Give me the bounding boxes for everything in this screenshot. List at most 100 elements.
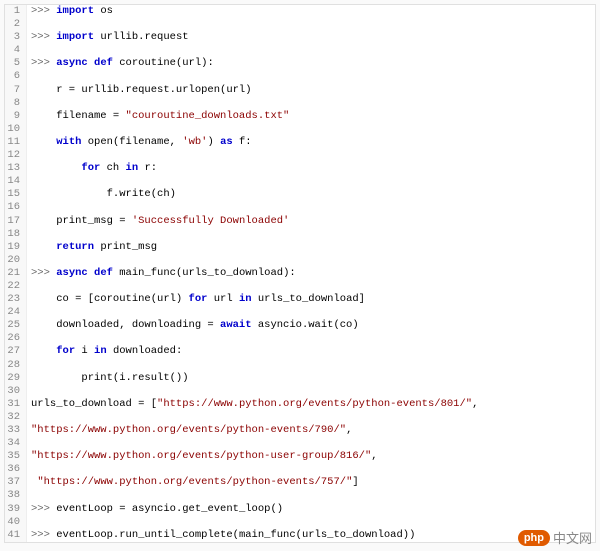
- code-token-fn: co = [coroutine(url): [31, 293, 189, 305]
- line-number: 37: [5, 476, 27, 489]
- code-line: 5>>> async def coroutine(url):: [5, 57, 595, 70]
- line-content: "https://www.python.org/events/python-ev…: [27, 424, 595, 437]
- line-number: 23: [5, 293, 27, 306]
- code-token-fn: ,: [472, 398, 478, 410]
- code-line: 27 for i in downloaded:: [5, 345, 595, 358]
- code-line: 31urls_to_download = ["https://www.pytho…: [5, 398, 595, 411]
- code-token-fn: [31, 162, 81, 174]
- line-content: [27, 437, 595, 450]
- line-content: urls_to_download = ["https://www.python.…: [27, 398, 595, 411]
- code-token-fn: coroutine(url):: [113, 57, 214, 69]
- line-content: >>> import urllib.request: [27, 31, 595, 44]
- code-token-fn: open(filename,: [81, 136, 182, 148]
- line-number: 40: [5, 516, 27, 529]
- line-content: >>> eventLoop = asyncio.get_event_loop(): [27, 503, 595, 516]
- line-content: [27, 254, 595, 267]
- code-token-kw: import: [56, 31, 94, 43]
- line-content: [27, 97, 595, 110]
- code-line: 9 filename = "couroutine_downloads.txt": [5, 110, 595, 123]
- code-token-kw: with: [56, 136, 81, 148]
- code-token-fn: downloaded:: [107, 345, 183, 357]
- line-content: "https://www.python.org/events/python-us…: [27, 450, 595, 463]
- line-number: 28: [5, 359, 27, 372]
- line-number: 38: [5, 489, 27, 502]
- code-token-prompt: >>>: [31, 31, 56, 43]
- code-token-kw: for: [56, 345, 75, 357]
- line-content: >>> import os: [27, 5, 595, 18]
- line-content: for i in downloaded:: [27, 345, 595, 358]
- code-line: 35"https://www.python.org/events/python-…: [5, 450, 595, 463]
- line-content: print_msg = 'Successfully Downloaded': [27, 215, 595, 228]
- line-number: 16: [5, 201, 27, 214]
- line-number: 2: [5, 18, 27, 31]
- code-token-kw: for: [189, 293, 208, 305]
- code-token-fn: downloaded, downloading =: [31, 319, 220, 331]
- line-content: [27, 489, 595, 502]
- code-token-fn: print_msg: [94, 241, 157, 253]
- line-content: [27, 70, 595, 83]
- line-content: "https://www.python.org/events/python-ev…: [27, 476, 595, 489]
- line-content: for ch in r:: [27, 162, 595, 175]
- code-token-kw: as: [220, 136, 233, 148]
- line-number: 21: [5, 267, 27, 280]
- code-token-fn: ch: [100, 162, 125, 174]
- code-line: 33"https://www.python.org/events/python-…: [5, 424, 595, 437]
- line-number: 9: [5, 110, 27, 123]
- line-number: 10: [5, 123, 27, 136]
- line-number: 20: [5, 254, 27, 267]
- code-line: 30: [5, 385, 595, 398]
- line-number: 8: [5, 97, 27, 110]
- line-content: [27, 411, 595, 424]
- code-token-prompt: >>>: [31, 503, 56, 515]
- watermark-logo: php 中文网: [518, 528, 592, 547]
- code-token-str: 'Successfully Downloaded': [132, 215, 290, 227]
- line-content: [27, 306, 595, 319]
- code-line: 26: [5, 332, 595, 345]
- code-token-str: "couroutine_downloads.txt": [126, 110, 290, 122]
- code-line: 19 return print_msg: [5, 241, 595, 254]
- code-token-fn: i: [75, 345, 94, 357]
- code-token-kw: return: [56, 241, 94, 253]
- line-number: 6: [5, 70, 27, 83]
- code-line: 13 for ch in r:: [5, 162, 595, 175]
- line-content: [27, 44, 595, 57]
- line-number: 39: [5, 503, 27, 516]
- line-number: 33: [5, 424, 27, 437]
- code-line: 34: [5, 437, 595, 450]
- line-number: 30: [5, 385, 27, 398]
- code-token-str: "https://www.python.org/events/python-us…: [31, 450, 371, 462]
- line-number: 29: [5, 372, 27, 385]
- code-line: 18: [5, 228, 595, 241]
- line-content: r = urllib.request.urlopen(url): [27, 84, 595, 97]
- code-token-prompt: >>>: [31, 267, 56, 279]
- line-content: [27, 332, 595, 345]
- code-line: 14: [5, 175, 595, 188]
- line-content: [27, 385, 595, 398]
- line-number: 36: [5, 463, 27, 476]
- code-token-fn: main_func(urls_to_download):: [113, 267, 296, 279]
- line-number: 41: [5, 529, 27, 542]
- code-token-fn: asyncio.wait(co): [252, 319, 359, 331]
- line-number: 34: [5, 437, 27, 450]
- line-number: 31: [5, 398, 27, 411]
- code-line: 37 "https://www.python.org/events/python…: [5, 476, 595, 489]
- code-token-kw: in: [239, 293, 252, 305]
- code-line: 10: [5, 123, 595, 136]
- code-line: 28: [5, 359, 595, 372]
- line-number: 32: [5, 411, 27, 424]
- code-line: 4: [5, 44, 595, 57]
- line-number: 1: [5, 5, 27, 18]
- code-line: 32: [5, 411, 595, 424]
- logo-text: 中文网: [553, 528, 592, 547]
- line-number: 24: [5, 306, 27, 319]
- code-token-fn: urls_to_download]: [252, 293, 365, 305]
- line-number: 22: [5, 280, 27, 293]
- line-number: 13: [5, 162, 27, 175]
- line-content: [27, 228, 595, 241]
- code-line: 6: [5, 70, 595, 83]
- line-number: 27: [5, 345, 27, 358]
- line-content: return print_msg: [27, 241, 595, 254]
- code-line: 16: [5, 201, 595, 214]
- code-line: 17 print_msg = 'Successfully Downloaded': [5, 215, 595, 228]
- code-line: 39>>> eventLoop = asyncio.get_event_loop…: [5, 503, 595, 516]
